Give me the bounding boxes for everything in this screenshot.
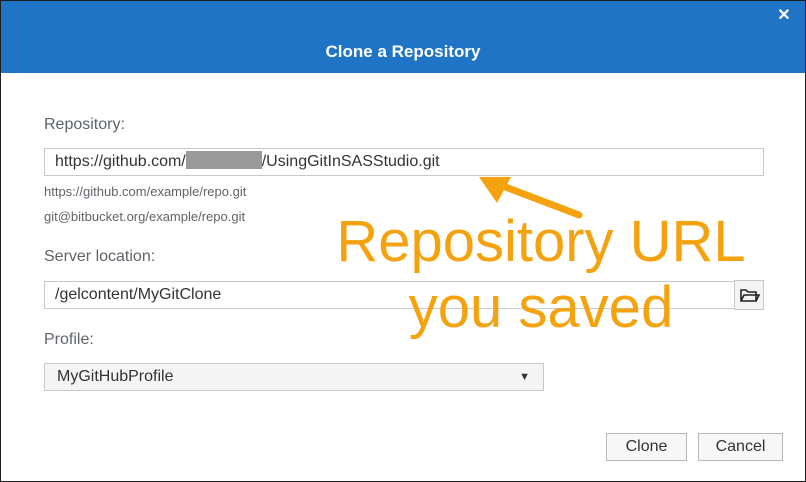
dialog-title: Clone a Repository	[325, 42, 481, 61]
server-location-label: Server location:	[44, 248, 156, 265]
redacted-username	[185, 151, 262, 169]
annotation-text: Repository URL you saved	[301, 209, 781, 341]
annotation-line-2: you saved	[408, 275, 674, 340]
clone-repository-dialog: Clone a Repository ✕ Repository: https:/…	[0, 0, 806, 482]
cancel-button[interactable]: Cancel	[698, 433, 783, 461]
dropdown-arrow-icon: ▼	[519, 371, 530, 383]
repository-hint-https: https://github.com/example/repo.git	[44, 184, 247, 199]
profile-select[interactable]: MyGitHubProfile ▼	[44, 363, 544, 391]
annotation-line-1: Repository URL	[336, 209, 746, 274]
repository-hint-ssh: git@bitbucket.org/example/repo.git	[44, 209, 246, 224]
repository-url-prefix: https://github.com/	[55, 153, 186, 170]
clone-button[interactable]: Clone	[606, 433, 687, 461]
close-icon[interactable]: ✕	[775, 7, 793, 25]
profile-selected-value: MyGitHubProfile	[57, 368, 174, 385]
repository-input[interactable]: https://github.com/ /UsingGitInSASStudio.…	[44, 148, 764, 176]
repository-label: Repository:	[44, 116, 125, 133]
dialog-titlebar: Clone a Repository ✕	[1, 1, 805, 73]
repository-url-suffix: /UsingGitInSASStudio.git	[261, 153, 440, 170]
profile-label: Profile:	[44, 331, 94, 348]
